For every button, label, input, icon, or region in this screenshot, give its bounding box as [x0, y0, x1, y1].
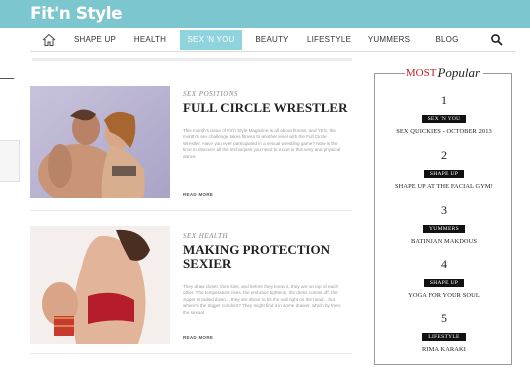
- popular-category-badge[interactable]: SHAPE UP: [423, 279, 465, 287]
- article-divider: [30, 210, 352, 211]
- read-more-link[interactable]: READ MORE: [183, 192, 213, 197]
- nav-item-yummers[interactable]: YUMMERS: [362, 30, 416, 50]
- popular-title[interactable]: SHAPE UP AT THE FACIAL GYM!: [375, 183, 513, 190]
- nav-item-beauty[interactable]: BEAUTY: [250, 30, 294, 50]
- article-kicker: SEX HEALTH: [183, 232, 229, 240]
- popular-item: 1 SEX 'N YOU SEX QUICKIES - OCTOBER 2013: [375, 93, 513, 136]
- popular-rank: 2: [441, 148, 447, 162]
- article-title[interactable]: FULL CIRCLE WRESTLER: [183, 101, 351, 115]
- popular-rank: 3: [441, 203, 447, 217]
- popular-item: 3 YUMMERS BATINJAN MAKDOUS: [375, 203, 513, 246]
- article-excerpt: They draw closer, then kiss, and before …: [183, 284, 342, 315]
- popular-item: 2 SHAPE UP SHAPE UP AT THE FACIAL GYM!: [375, 148, 513, 191]
- most-popular-panel: MOSTPopular 1 SEX 'N YOU SEX QUICKIES - …: [374, 64, 513, 365]
- nav-item-lifestyle[interactable]: LIFESTYLE: [302, 30, 356, 50]
- home-icon[interactable]: [40, 31, 58, 49]
- popular-category-badge[interactable]: SEX 'N YOU: [421, 115, 467, 123]
- popular-rank: 1: [441, 93, 447, 107]
- popular-rank: 5: [441, 311, 447, 325]
- nav-item-shape-up[interactable]: SHAPE UP: [68, 30, 122, 50]
- article-card: SEX HEALTH MAKING PROTECTION SEXIER They…: [30, 226, 352, 346]
- article-kicker: SEX POSITIONS: [183, 90, 238, 98]
- nav-item-sex-n-you[interactable]: SEX 'N YOU: [180, 30, 242, 50]
- article-image[interactable]: [30, 226, 170, 344]
- search-icon[interactable]: [488, 31, 506, 49]
- article-excerpt: This month's issue of Fit'n Style Magazi…: [183, 128, 341, 159]
- main-nav: SHAPE UP HEALTH SEX 'N YOU BEAUTY LIFEST…: [30, 30, 516, 52]
- article-divider: [30, 353, 352, 354]
- popular-rank: 4: [441, 257, 447, 271]
- site-logo[interactable]: Fit'n Style: [30, 4, 123, 24]
- most-label: MOST: [404, 66, 438, 79]
- nav-item-blog[interactable]: BLOG: [428, 30, 466, 50]
- article-title[interactable]: MAKING PROTECTION SEXIER: [183, 243, 351, 271]
- nav-item-health[interactable]: HEALTH: [128, 30, 172, 50]
- popular-title[interactable]: SEX QUICKIES - OCTOBER 2013: [375, 128, 513, 135]
- popular-item: 5 LIFESTYLE RIMA KARAKI: [375, 311, 513, 354]
- article-card: SEX POSITIONS FULL CIRCLE WRESTLER This …: [30, 86, 352, 201]
- popular-title[interactable]: BATINJAN MAKDOUS: [375, 238, 513, 245]
- article-image[interactable]: [30, 86, 170, 198]
- most-popular-heading: MOSTPopular: [375, 64, 513, 82]
- popular-category-badge[interactable]: LIFESTYLE: [422, 333, 466, 341]
- popular-label: Popular: [437, 64, 484, 80]
- left-edge-line: [0, 78, 14, 79]
- popular-item: 4 SHAPE UP YOGA FOR YOUR SOUL: [375, 257, 513, 300]
- left-edge-panel: [0, 140, 20, 182]
- top-banner: Fit'n Style: [0, 0, 530, 28]
- popular-category-badge[interactable]: YUMMERS: [423, 225, 465, 233]
- content-top-rule: [32, 58, 352, 61]
- popular-title[interactable]: RIMA KARAKI: [375, 346, 513, 353]
- read-more-link[interactable]: READ MORE: [183, 335, 213, 340]
- popular-title[interactable]: YOGA FOR YOUR SOUL: [375, 292, 513, 299]
- popular-category-badge[interactable]: SHAPE UP: [423, 170, 465, 178]
